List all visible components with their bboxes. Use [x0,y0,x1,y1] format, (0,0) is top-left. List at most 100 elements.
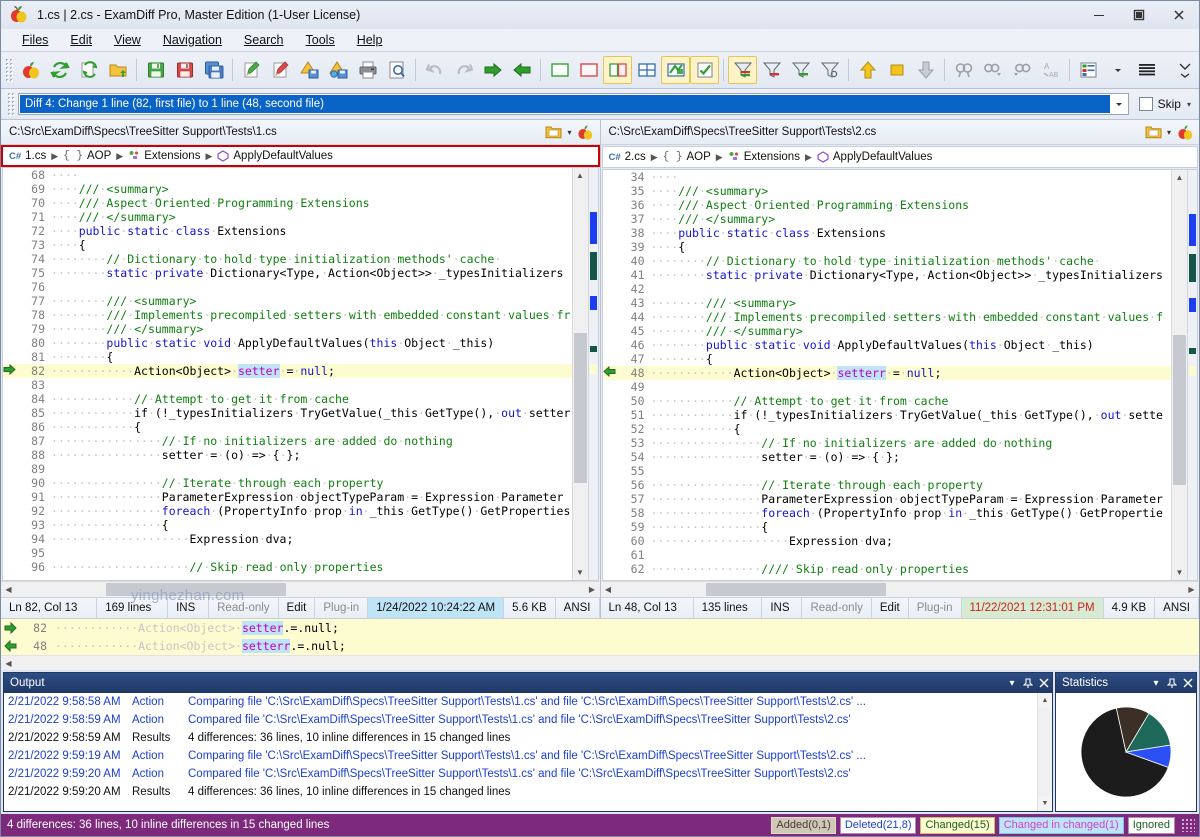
scroll-up-icon[interactable]: ▲ [573,168,588,183]
chevron-down-icon[interactable]: ▾ [1004,674,1020,692]
code-line[interactable]: 93 ················{ [3,518,572,532]
code-line[interactable]: 44 ········///·Implements·precompiled·set… [603,310,1172,324]
code-line[interactable]: 37 ····///·</summary> [603,212,1172,226]
code-line[interactable]: 89 [3,462,572,476]
code-line[interactable]: 77 ········///·<summary> [3,294,572,308]
code-line[interactable]: 48 ············Action<Object>·setterr·=·n… [602,365,1171,380]
pin-icon[interactable] [1164,674,1180,692]
save-report-icon[interactable] [295,56,324,84]
log-row[interactable]: 2/21/2022 9:59:19 AM Action Comparing file… [4,747,1037,765]
right-code-lines[interactable]: 34 ···· 35 ····///·<summary> 36 ····///·Aspec… [602,170,1172,576]
scroll-up-icon[interactable]: ▲ [1038,693,1053,708]
find-next-icon[interactable] [978,56,1007,84]
code-line[interactable]: 61 [603,548,1172,562]
code-line[interactable]: 53 ················//·If·no·initializers·… [603,436,1172,450]
lines-icon[interactable] [1132,56,1161,84]
filter-all-icon[interactable] [728,56,757,84]
next-diff-icon[interactable] [911,56,940,84]
breadcrumb-item-class[interactable]: Extensions [128,150,200,162]
code-line[interactable]: 82 ············Action<Object>·setter·=·nu… [3,363,572,378]
menu-navigation[interactable]: Navigation [152,31,233,49]
code-line[interactable]: 70 ····///·Aspect·Oriented·Programming·Ex… [3,196,572,210]
code-line[interactable]: 56 ················//·Iterate·through·eac… [603,478,1172,492]
chevron-down-icon[interactable] [1110,95,1128,113]
code-line[interactable]: 46 ········public·static·void·ApplyDefaul… [603,338,1172,352]
code-line[interactable]: 49 [603,380,1172,394]
right-file-path[interactable]: C:\Src\ExamDiff\Specs\TreeSitter Support… [609,126,1144,138]
sync-scroll-icon[interactable] [661,56,690,84]
menu-view[interactable]: View [103,31,152,49]
check-icon[interactable] [690,56,719,84]
right-breadcrumb[interactable]: C# 2.cs ▶ { } AOP ▶ Extensions ▶ ApplyDe… [601,146,1198,168]
find-icon[interactable] [949,56,978,84]
inline-diff-hscrollbar[interactable]: ◀ [1,655,1199,670]
code-line[interactable]: 91 ················ParameterExpression·ob… [3,490,572,504]
code-line[interactable]: 96 ····················//·Skip·read·only·… [3,560,572,574]
breadcrumb-item-namespace[interactable]: { } AOP [63,150,111,162]
left-scroll-track[interactable] [572,183,588,565]
log-row[interactable]: 2/21/2022 9:58:59 AM Results 4 differences… [4,729,1037,747]
code-line[interactable]: 85 ············if·(!_typesInitializers·Tr… [3,406,572,420]
code-line[interactable]: 79 ········///·</summary> [3,322,572,336]
scroll-left-icon[interactable]: ◀ [601,582,616,597]
log-row[interactable]: 2/21/2022 9:58:59 AM Action Compared file … [4,711,1037,729]
current-diff-icon[interactable] [882,56,911,84]
skip-checkbox-group[interactable]: Skip ▾ [1138,97,1191,111]
breadcrumb-item-file[interactable]: C# 1.cs [9,150,46,162]
code-line[interactable]: 69 ····///·<summary> [3,182,572,196]
code-line[interactable]: 86 ············{ [3,420,572,434]
code-line[interactable]: 42 [603,282,1172,296]
code-line[interactable]: 92 ················foreach·(PropertyInfo·… [3,504,572,518]
side-by-side-icon[interactable] [603,56,632,84]
chevron-down-icon[interactable]: ▾ [1163,128,1175,137]
scroll-down-icon[interactable]: ▼ [1038,796,1053,811]
right-hscroll-track[interactable] [616,582,1185,597]
left-code-lines[interactable]: 68 ···· 69 ····///·<summary> 70 ····///·Aspec… [3,168,572,574]
grid-view-icon[interactable] [632,56,661,84]
save-green-icon[interactable] [141,56,170,84]
code-line[interactable]: 59 ················{ [603,520,1172,534]
code-line[interactable]: 73 ····{ [3,238,572,252]
code-line[interactable]: 35 ····///·<summary> [603,184,1172,198]
code-line[interactable]: 45 ········///·</summary> [603,324,1172,338]
prev-diff-icon[interactable] [853,56,882,84]
close-icon[interactable] [1180,674,1196,692]
right-horizontal-scrollbar[interactable]: ◀ ▶ [600,581,1199,597]
left-edit-button[interactable]: Edit [279,598,316,618]
code-line[interactable]: 94 ····················Expression·dva; [3,532,572,546]
status-chip-changed-in-changed[interactable]: Changed in changed(1) [998,816,1124,834]
left-horizontal-scrollbar[interactable]: ◀ ▶ [1,581,600,597]
code-line[interactable]: 39 ····{ [603,240,1172,254]
status-chip-deleted[interactable]: Deleted(21,8) [839,816,917,834]
overflow-chevrons-icon[interactable] [1170,56,1199,84]
layout-icon[interactable] [1074,56,1103,84]
diff-selector-combo[interactable]: Diff 4: Change 1 line (82, first file) t… [18,93,1129,115]
code-line[interactable]: 60 ····················Expression·dva; [603,534,1172,548]
breadcrumb-item-namespace[interactable]: { } AOP [663,151,711,163]
scroll-down-icon[interactable]: ▼ [573,565,588,580]
left-breadcrumb[interactable]: C# 1.cs ▶ { } AOP ▶ Extensions ▶ ApplyDe… [1,145,600,167]
filter-none-icon[interactable] [815,56,844,84]
print-icon[interactable] [353,56,382,84]
code-line[interactable]: 88 ················setter·=·(o)·=>·{·}; [3,448,572,462]
code-line[interactable]: 55 [603,464,1172,478]
replace-icon[interactable]: A AB [1036,56,1065,84]
code-line[interactable]: 51 ············if·(!_typesInitializers·Tr… [603,408,1172,422]
code-line[interactable]: 76 [3,280,572,294]
code-line[interactable]: 80 ········public·static·void·ApplyDefaul… [3,336,572,350]
code-line[interactable]: 50 ············//·Attempt·to·get·it·from·… [603,394,1172,408]
scroll-left-icon[interactable]: ◀ [1,582,16,597]
scroll-right-icon[interactable]: ▶ [585,582,600,597]
code-line[interactable]: 83 [3,378,572,392]
breadcrumb-item-method[interactable]: ApplyDefaultValues [817,151,932,163]
code-line[interactable]: 81 ········{ [3,350,572,364]
menu-search[interactable]: Search [233,31,295,49]
left-file-path[interactable]: C:\Src\ExamDiff\Specs\TreeSitter Support… [9,126,544,138]
output-log-table[interactable]: 2/21/2022 9:58:58 AM Action Comparing file… [4,693,1037,811]
code-line[interactable]: 68 ···· [3,168,572,182]
right-code-scroll[interactable]: 34 ···· 35 ····///·<summary> 36 ····///·Aspec… [602,170,1172,580]
right-diff-overview[interactable] [1187,170,1197,580]
code-line[interactable]: 71 ····///·</summary> [3,210,572,224]
log-row[interactable]: 2/21/2022 9:59:20 AM Results 4 differences… [4,783,1037,801]
output-scroll-track[interactable] [1037,708,1052,796]
